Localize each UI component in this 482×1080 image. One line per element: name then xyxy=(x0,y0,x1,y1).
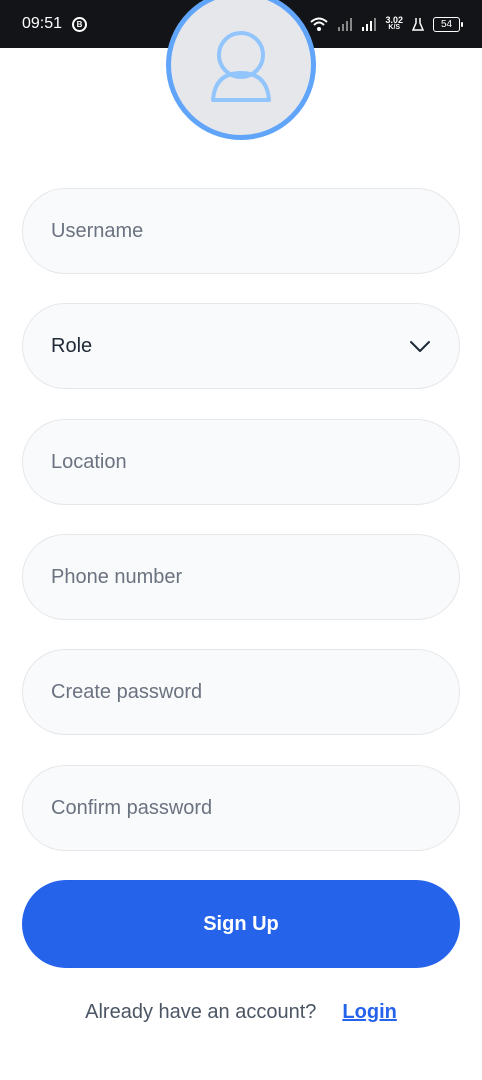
battery-indicator: 54 xyxy=(433,16,463,32)
account-question: Already have an account? xyxy=(85,1000,317,1023)
footer: Already have an account? Login xyxy=(0,998,482,1026)
user-icon xyxy=(211,31,271,102)
wifi-icon xyxy=(310,17,329,31)
notification-icon: B xyxy=(72,16,88,32)
location-input[interactable]: Location xyxy=(22,419,460,505)
signal-icon xyxy=(338,18,353,31)
phone-input[interactable]: Phone number xyxy=(22,534,460,620)
avatar[interactable] xyxy=(166,0,316,140)
signal-icon xyxy=(362,18,377,31)
clock: 09:51 xyxy=(22,15,63,32)
login-link[interactable]: Login xyxy=(342,1001,396,1024)
username-input[interactable]: Username xyxy=(22,188,460,274)
chevron-down-icon xyxy=(410,341,430,352)
flask-icon xyxy=(411,18,425,31)
role-value: Role xyxy=(51,334,93,357)
password-input[interactable]: Create password xyxy=(22,649,460,735)
network-speed: 3.02 K/S xyxy=(385,15,403,32)
confirm-password-input[interactable]: Confirm password xyxy=(22,765,460,851)
sign-up-button[interactable]: Sign Up xyxy=(22,880,460,968)
role-select[interactable]: Role xyxy=(22,303,460,389)
